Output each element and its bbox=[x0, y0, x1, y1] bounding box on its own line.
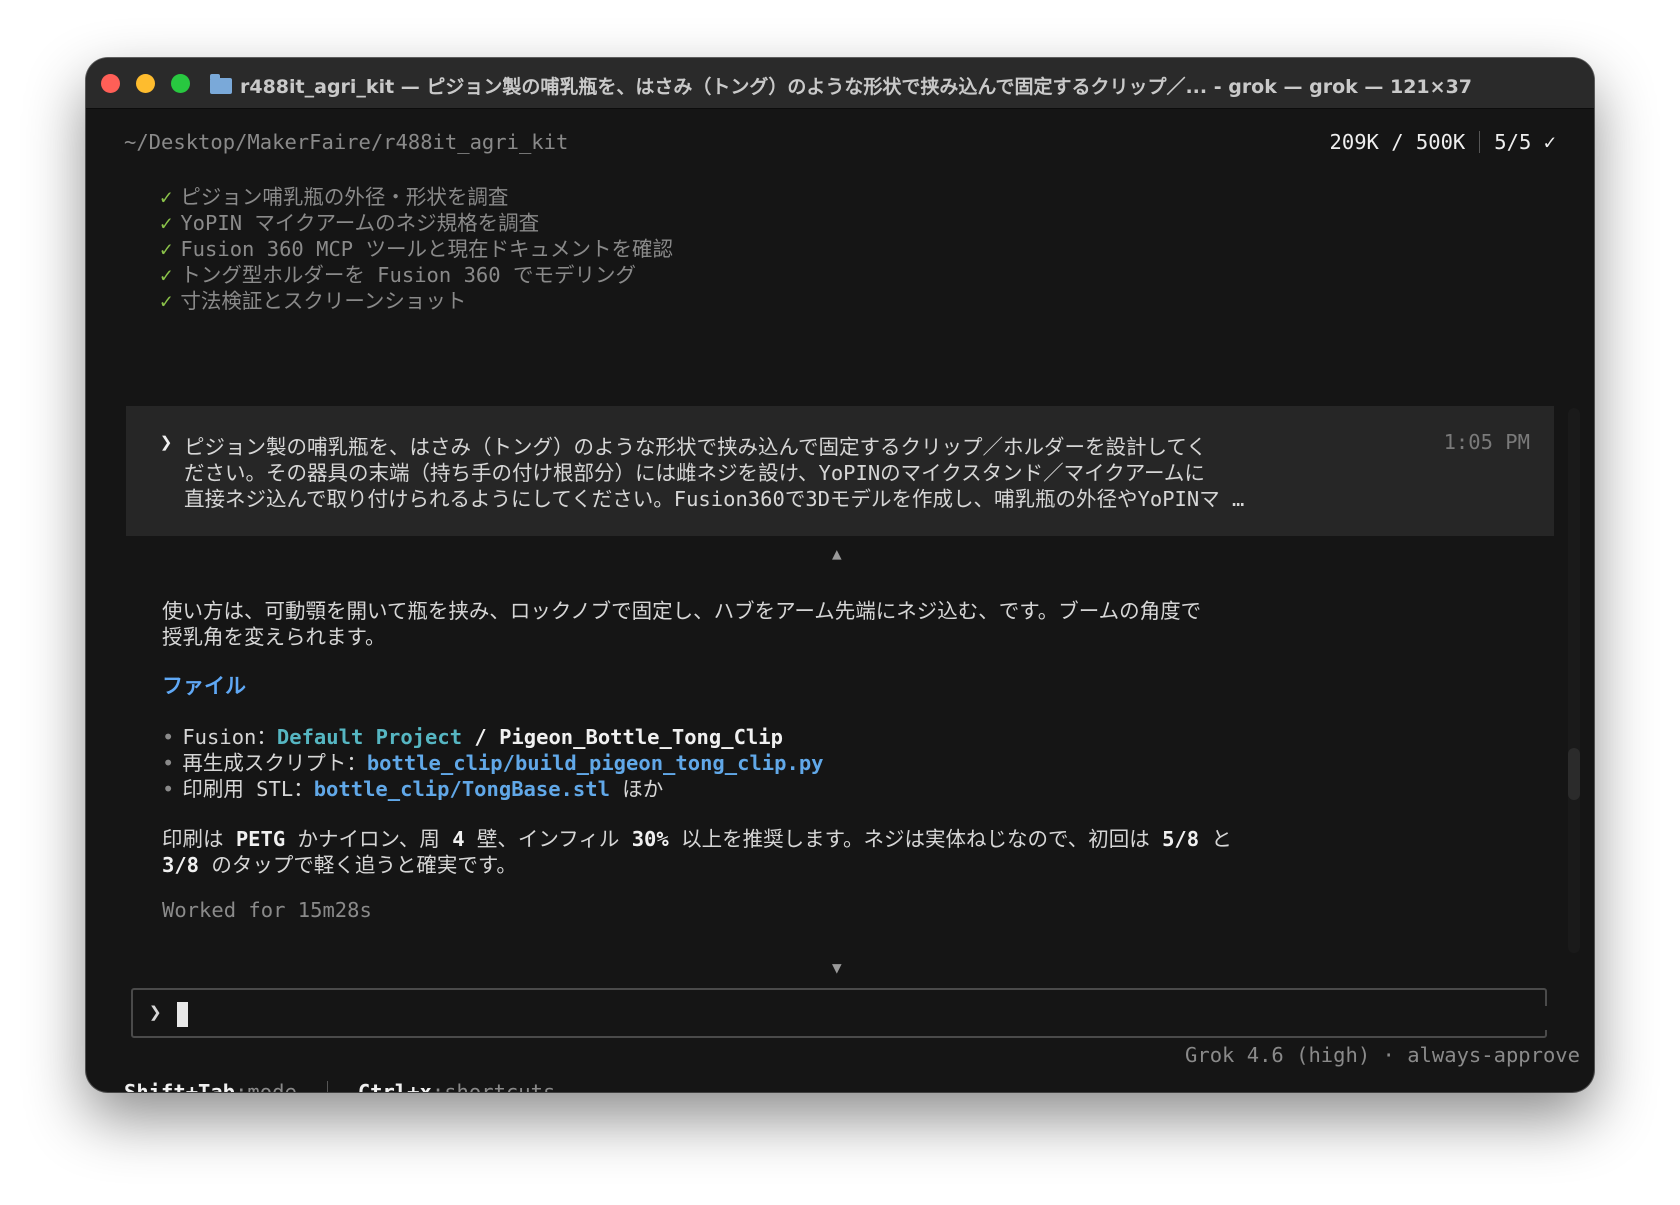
bullet: • bbox=[162, 777, 175, 801]
text-cursor bbox=[177, 1002, 188, 1027]
terminal-window: r488it_agri_kit — ピジョン製の哺乳瓶を、はさみ（トング）のよう… bbox=[86, 58, 1594, 1092]
window-title-text: r488it_agri_kit — ピジョン製の哺乳瓶を、はさみ（トング）のよう… bbox=[240, 76, 1473, 98]
user-prompt-icon: ❯ bbox=[160, 430, 173, 454]
user-message: ❯ ピジョン製の哺乳瓶を、はさみ（トング）のような形状で挟み込んで固定するクリッ… bbox=[126, 406, 1554, 536]
scroll-up-indicator[interactable]: ▲ bbox=[832, 544, 842, 563]
terminal-content[interactable]: ~/Desktop/MakerFaire/r488it_agri_kit 209… bbox=[86, 108, 1594, 1092]
file-suffix: ほか bbox=[609, 777, 664, 801]
file-label: 印刷用 STL： bbox=[182, 777, 314, 801]
status-indicators: 209K / 500K 5/5 ✓ bbox=[1330, 130, 1556, 154]
response-line: 授乳角を変えられます。 bbox=[162, 625, 386, 649]
check-icon: ✓ bbox=[160, 289, 173, 313]
approval-mode: always-approve bbox=[1407, 1043, 1580, 1067]
input-overlay bbox=[1326, 1006, 1556, 1030]
user-message-line: 直接ネジ込んで取り付けられるようにしてください。Fusion360で3Dモデルを… bbox=[184, 487, 1245, 511]
message-timestamp: 1:05 PM bbox=[1443, 430, 1530, 454]
shift-tab-key: Shift+Tab bbox=[124, 1080, 236, 1092]
maximize-window-button[interactable] bbox=[171, 74, 190, 93]
scrollbar-thumb[interactable] bbox=[1568, 748, 1580, 800]
task-item: ✓ 寸法検証とスクリーンショット bbox=[160, 284, 466, 314]
ctrl-x-key: Ctrl+x bbox=[357, 1080, 432, 1092]
separator-dot: · bbox=[1382, 1043, 1395, 1067]
input-prompt-icon: ❯ bbox=[149, 1000, 162, 1024]
shortcut-hints: Shift+Tab:mode Ctrl+x:shortcuts bbox=[124, 1080, 555, 1092]
bold-segment: 3/8 bbox=[162, 853, 200, 877]
folder-icon bbox=[210, 74, 232, 94]
token-usage: 209K / 500K bbox=[1329, 130, 1466, 154]
file-item: • 印刷用 STL：bottle_clip/TongBase.stl ほか bbox=[162, 772, 663, 802]
stl-file-link[interactable]: bottle_clip/TongBase.stl bbox=[314, 777, 610, 801]
text-segment: と bbox=[1199, 827, 1232, 851]
scroll-down-indicator[interactable]: ▼ bbox=[832, 958, 842, 977]
minimize-window-button[interactable] bbox=[136, 74, 155, 93]
bold-segment: 30% bbox=[631, 827, 669, 851]
window-title: r488it_agri_kit — ピジョン製の哺乳瓶を、はさみ（トング）のよう… bbox=[210, 72, 1550, 99]
status-divider bbox=[1479, 131, 1481, 153]
footer-divider bbox=[326, 1081, 328, 1092]
model-name: Grok 4.6 (high) bbox=[1185, 1043, 1371, 1067]
task-progress: 5/5 ✓ bbox=[1494, 130, 1556, 154]
close-window-button[interactable] bbox=[101, 74, 120, 93]
files-heading: ファイル bbox=[162, 674, 246, 698]
response-line: 3/8 のタップで軽く追うと確実です。 bbox=[162, 848, 517, 878]
text-segment: 以上を推奨します。ネジは実体ねじなので、初回は bbox=[668, 827, 1163, 851]
shift-tab-action: :mode bbox=[235, 1080, 297, 1092]
task-label: 寸法検証とスクリーンショット bbox=[180, 289, 467, 313]
text-segment: のタップで軽く追うと確実です。 bbox=[199, 853, 517, 877]
model-status[interactable]: Grok 4.6 (high) · always-approve bbox=[1179, 1043, 1586, 1067]
working-directory: ~/Desktop/MakerFaire/r488it_agri_kit bbox=[124, 130, 569, 154]
ctrl-x-action: :shortcuts bbox=[431, 1080, 556, 1092]
scrollbar-track[interactable] bbox=[1568, 408, 1580, 953]
bold-segment: 5/8 bbox=[1162, 827, 1200, 851]
worked-duration: Worked for 15m28s bbox=[162, 898, 372, 922]
title-bar: r488it_agri_kit — ピジョン製の哺乳瓶を、はさみ（トング）のよう… bbox=[86, 58, 1594, 109]
